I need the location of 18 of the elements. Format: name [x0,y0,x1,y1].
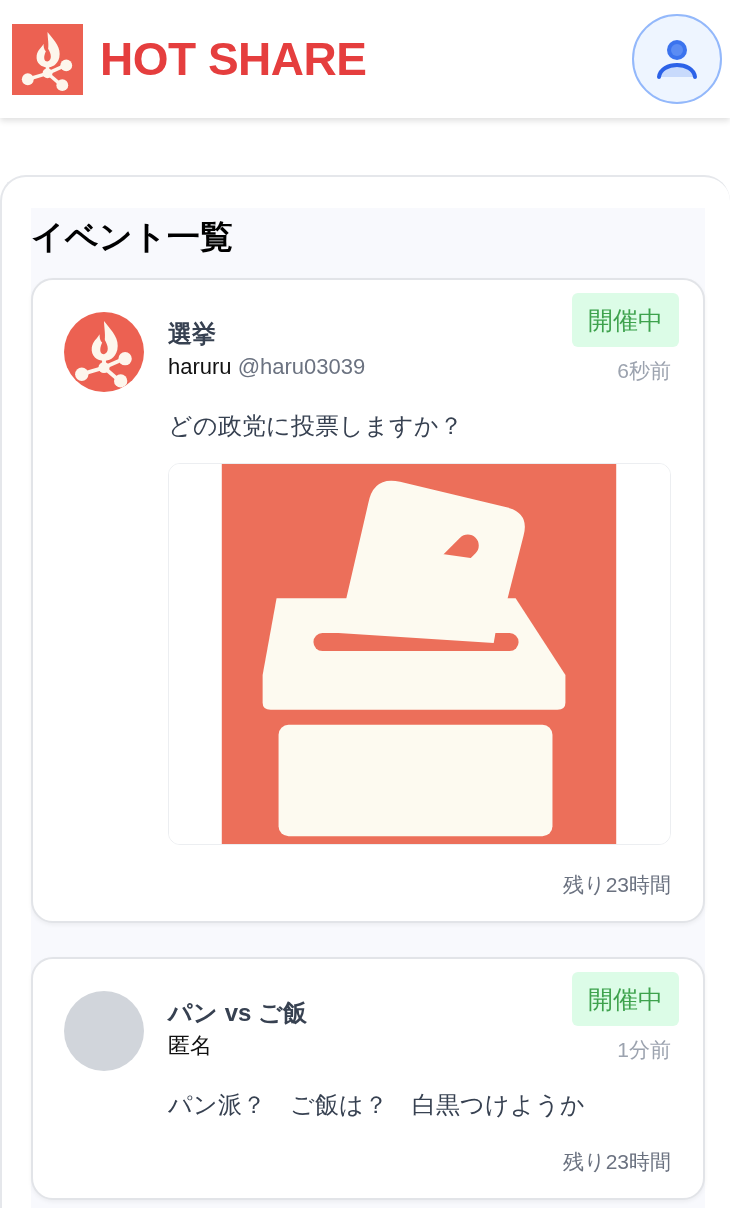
brand-name: HOT SHARE [100,32,367,86]
author-name: 匿名 [168,1032,213,1060]
author-name: haruru @haru03039 [168,353,366,381]
post-time: 1分前 [617,1037,671,1063]
user-icon [655,37,699,81]
remaining-time: 残り23時間 [562,1149,671,1175]
event-question: どの政党に投票しますか？ [168,411,464,441]
event-card[interactable]: 選挙 haruru @haru03039 開催中 6秒前 どの政党に投票しますか？ 残り23時間 [31,278,705,923]
event-title: パン vs ご飯 [168,998,308,1028]
status-badge: 開催中 [572,293,679,347]
remaining-time: 残り23時間 [562,872,671,898]
event-question: パン派？ ご飯は？ 白黒つけようか [168,1090,586,1120]
logo-icon [12,23,83,95]
post-time: 6秒前 [617,358,671,384]
event-title: 選挙 [168,319,217,349]
section-title: イベント一覧 [31,217,234,257]
status-badge: 開催中 [572,972,679,1026]
event-card[interactable]: パン vs ご飯 匿名 開催中 1分前 パン派？ ご飯は？ 白黒つけようか 残り23時間 [31,957,705,1200]
